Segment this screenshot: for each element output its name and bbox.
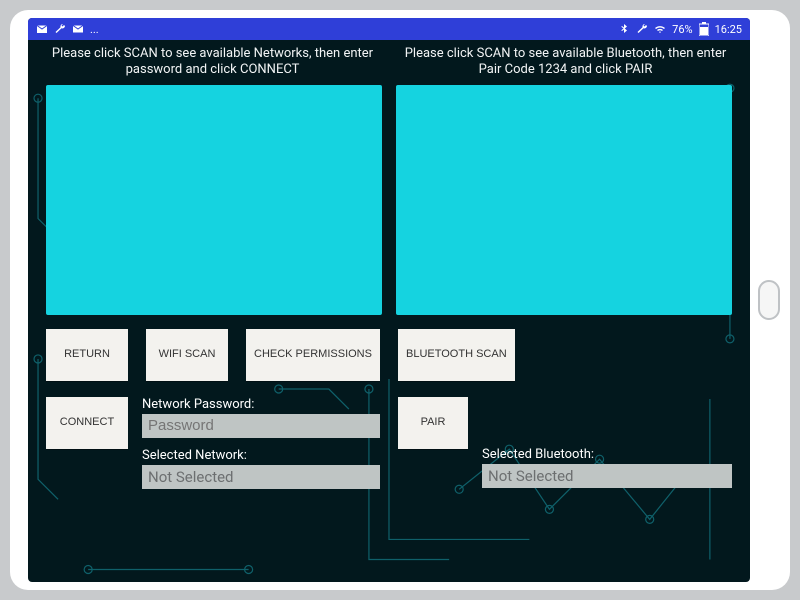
check-permissions-button[interactable]: CHECK PERMISSIONS — [246, 329, 380, 381]
tablet-frame: ... 76% 16:25 Please — [10, 10, 790, 590]
mail-icon — [36, 23, 48, 35]
bluetooth-icon — [618, 23, 630, 35]
wifi-scan-button[interactable]: WIFI SCAN — [146, 329, 228, 381]
network-password-input[interactable] — [142, 414, 380, 438]
selected-bluetooth-block: Selected Bluetooth: Not Selected — [482, 447, 732, 488]
wifi-instruction: Please click SCAN to see available Netwo… — [46, 46, 379, 79]
status-left: ... — [36, 23, 99, 36]
bluetooth-instruction: Please click SCAN to see available Bluet… — [399, 46, 732, 79]
status-ellipsis: ... — [90, 23, 99, 36]
selected-bluetooth-value: Not Selected — [482, 464, 732, 488]
content: Please click SCAN to see available Netwo… — [28, 40, 750, 582]
button-row-2: CONNECT Network Password: Selected Netwo… — [46, 397, 732, 489]
mail-icon-2 — [72, 23, 84, 35]
selected-network-label: Selected Network: — [142, 448, 380, 463]
clock: 16:25 — [715, 23, 742, 36]
battery-text: 76% — [672, 23, 692, 36]
return-button[interactable]: RETURN — [46, 329, 128, 381]
status-bar: ... 76% 16:25 — [28, 18, 750, 40]
tablet-home-button[interactable] — [758, 280, 780, 320]
network-password-block: Network Password: — [142, 397, 380, 438]
selected-bluetooth-label: Selected Bluetooth: — [482, 447, 732, 462]
wrench-status-icon — [636, 23, 648, 35]
bluetooth-scan-button[interactable]: BLUETOOTH SCAN — [398, 329, 515, 381]
selected-network-block: Selected Network: Not Selected — [142, 448, 380, 489]
bluetooth-scan-results-panel[interactable] — [396, 85, 732, 315]
wifi-scan-results-panel[interactable] — [46, 85, 382, 315]
scan-panels — [46, 85, 732, 315]
selected-network-value: Not Selected — [142, 465, 380, 489]
wifi-icon — [654, 23, 666, 35]
connect-button[interactable]: CONNECT — [46, 397, 128, 449]
status-right: 76% 16:25 — [618, 22, 742, 36]
wrench-icon — [54, 23, 66, 35]
screen: ... 76% 16:25 Please — [28, 18, 750, 582]
button-row-1: RETURN WIFI SCAN CHECK PERMISSIONS BLUET… — [46, 329, 732, 381]
battery-icon — [699, 22, 709, 36]
instructions-row: Please click SCAN to see available Netwo… — [46, 46, 732, 79]
network-password-label: Network Password: — [142, 397, 380, 412]
pair-button[interactable]: PAIR — [398, 397, 468, 449]
